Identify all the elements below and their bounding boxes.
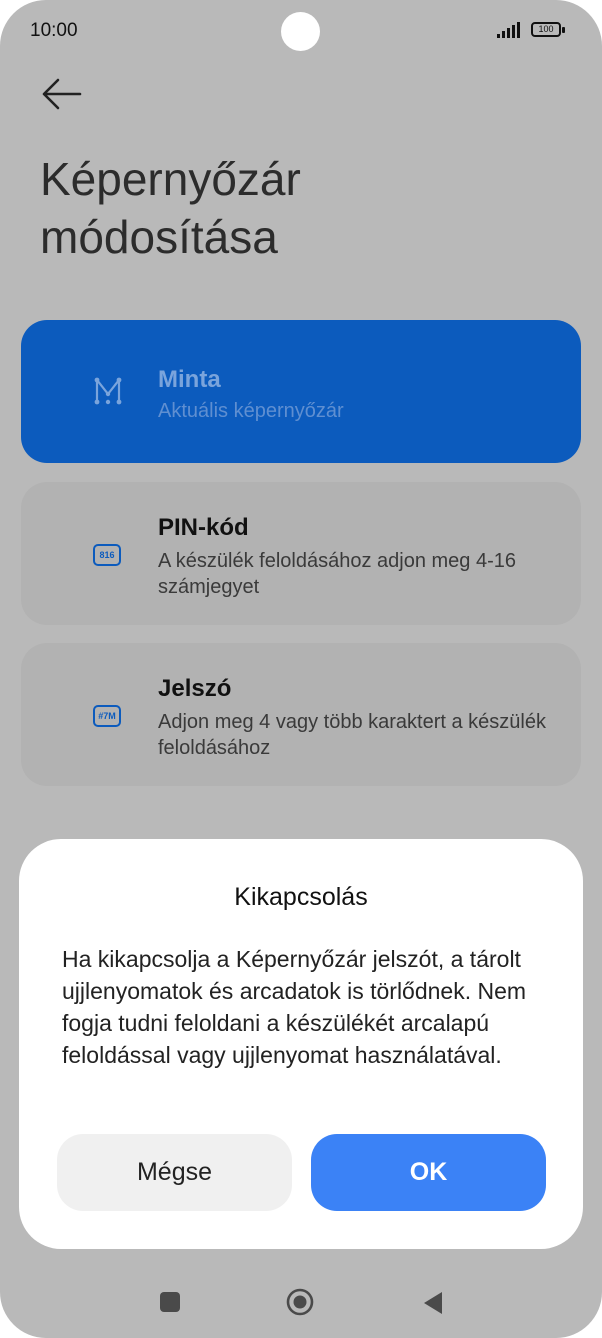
- back-arrow-icon[interactable]: [40, 76, 82, 112]
- status-time: 10:00: [30, 20, 78, 41]
- ok-button[interactable]: OK: [311, 1134, 546, 1211]
- signal-icon: [497, 22, 520, 38]
- disable-dialog: Kikapcsolás Ha kikapcsolja a Képernyőzár…: [19, 839, 583, 1249]
- pin-icon-label: 816: [93, 544, 121, 566]
- pin-icon: 816: [93, 544, 123, 574]
- option-subtitle: Aktuális képernyőzár: [158, 400, 344, 422]
- pattern-icon: [94, 377, 122, 405]
- password-icon-label: #7M: [93, 705, 121, 727]
- option-pin[interactable]: 816 PIN-kód A készülék feloldásához adjo…: [21, 482, 581, 625]
- option-title: PIN-kód: [158, 514, 249, 541]
- dialog-body: Ha kikapcsolja a Képernyőzár jelszót, a …: [62, 946, 527, 1068]
- back-nav-icon[interactable]: [422, 1290, 444, 1316]
- home-icon[interactable]: [286, 1288, 314, 1316]
- recent-apps-icon[interactable]: [160, 1292, 180, 1312]
- page-title: Képernyőzár módosítása: [40, 153, 301, 263]
- battery-nub: [562, 27, 565, 33]
- battery-icon: 100: [531, 22, 561, 37]
- option-subtitle: A készülék feloldásához adjon meg 4-16 s…: [158, 550, 517, 598]
- password-icon: #7M: [93, 705, 123, 735]
- phone-screen: 10:00 100 Képernyőzár módosítása Minta A…: [0, 0, 602, 1338]
- option-title: Minta: [158, 366, 221, 393]
- cancel-button[interactable]: Mégse: [57, 1134, 292, 1211]
- dialog-title: Kikapcsolás: [234, 883, 368, 911]
- camera-cutout: [281, 12, 320, 51]
- option-password[interactable]: #7M Jelszó Adjon meg 4 vagy több karakte…: [21, 643, 581, 786]
- option-subtitle: Adjon meg 4 vagy több karaktert a készül…: [158, 711, 546, 759]
- option-pattern[interactable]: Minta Aktuális képernyőzár: [21, 320, 581, 463]
- option-title: Jelszó: [158, 675, 232, 702]
